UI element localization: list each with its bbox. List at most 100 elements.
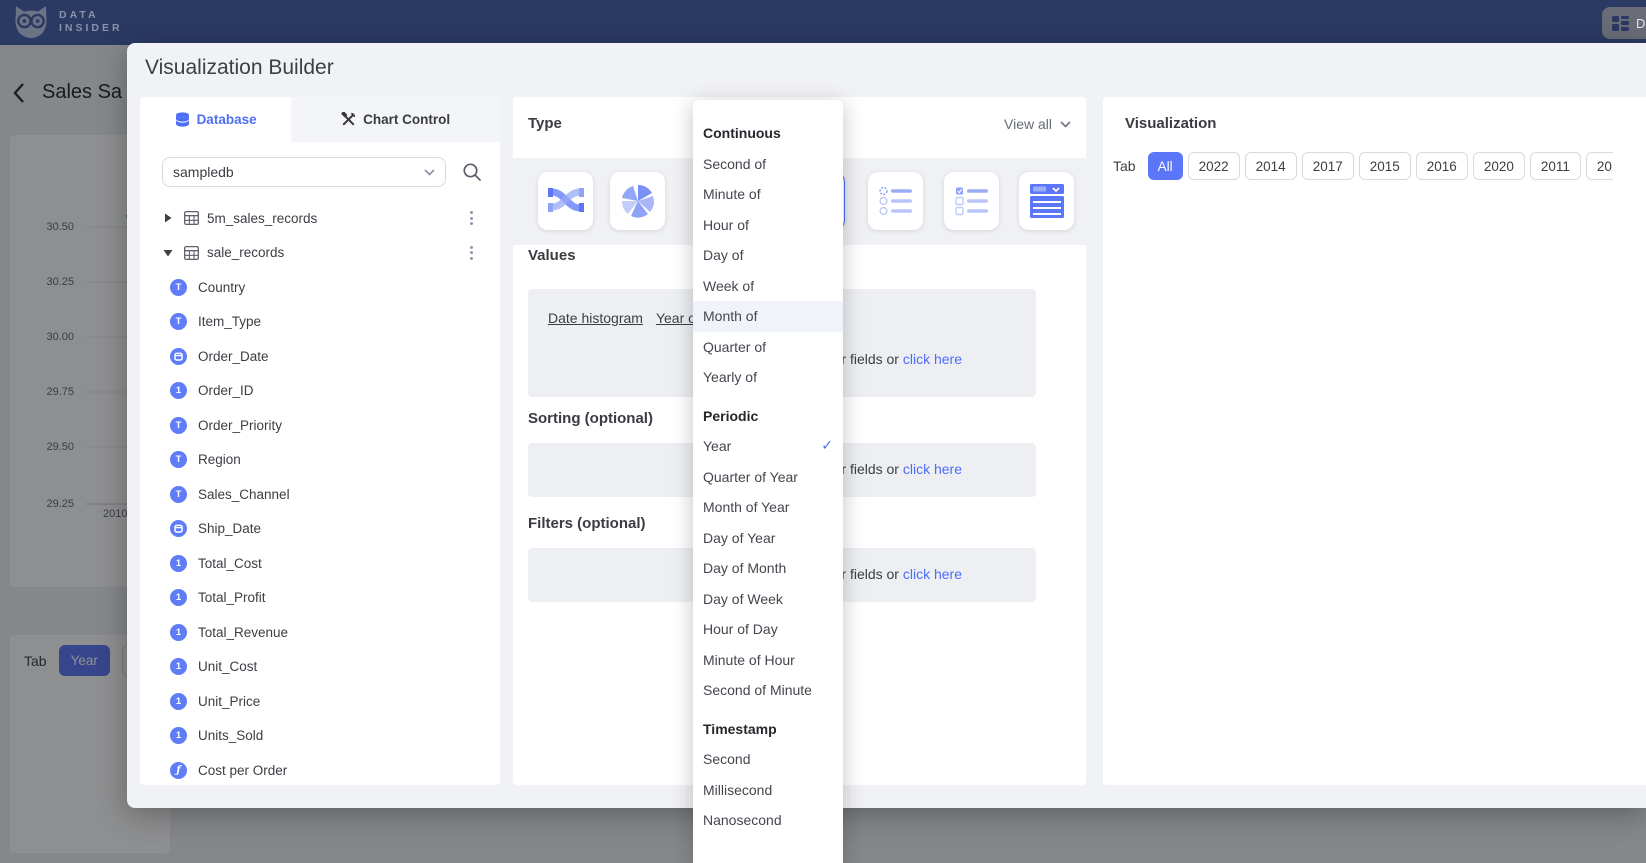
- field-row[interactable]: 1 Unit_Price: [140, 684, 500, 719]
- number-field-icon: 1: [170, 382, 187, 399]
- chart-type-sankey[interactable]: [538, 172, 593, 230]
- tab-chart-control-label: Chart Control: [363, 112, 450, 127]
- field-name: Order_ID: [198, 383, 254, 398]
- table-name: sale_records: [207, 245, 284, 260]
- table-icon: [184, 211, 199, 225]
- dropdown-item[interactable]: Day of Week: [693, 584, 843, 615]
- visualization-builder-modal: Visualization Builder Database Chart C: [127, 43, 1646, 808]
- caret-right-icon[interactable]: [160, 213, 176, 223]
- click-here-link[interactable]: click here: [903, 351, 962, 367]
- text-field-icon: T: [170, 279, 187, 296]
- year-tab[interactable]: 2011: [1530, 152, 1581, 180]
- field-row[interactable]: T Order_Priority: [140, 408, 500, 443]
- field-name: Order_Priority: [198, 418, 282, 433]
- dropdown-item[interactable]: Second: [693, 744, 843, 775]
- field-row[interactable]: 1 Total_Revenue: [140, 615, 500, 650]
- field-row[interactable]: Ship_Date: [140, 512, 500, 547]
- number-field-icon: 1: [170, 693, 187, 710]
- table-menu-kebab-icon[interactable]: [464, 210, 478, 226]
- chart-type-table[interactable]: [1019, 172, 1074, 230]
- database-select-value: sampledb: [173, 164, 234, 180]
- caret-down-icon[interactable]: [160, 249, 176, 257]
- table-menu-kebab-icon[interactable]: [464, 245, 478, 261]
- year-tab-all[interactable]: All: [1148, 152, 1183, 180]
- database-select[interactable]: sampledb: [162, 157, 446, 187]
- field-row[interactable]: Order_Date: [140, 339, 500, 374]
- chart-type-pie[interactable]: [610, 172, 665, 230]
- chart-type-checkbox-list[interactable]: [944, 172, 999, 230]
- field-row[interactable]: 1 Total_Cost: [140, 546, 500, 581]
- schema-tree: 5m_sales_records sale_records T Coun: [140, 201, 500, 788]
- dropdown-item[interactable]: Hour of: [693, 210, 843, 241]
- field-row[interactable]: T Country: [140, 270, 500, 305]
- click-here-link[interactable]: click here: [903, 566, 962, 582]
- field-name: Ship_Date: [198, 521, 261, 536]
- function-field-icon: ƒ: [170, 762, 187, 779]
- dropdown-item[interactable]: Millisecond: [693, 775, 843, 806]
- field-row[interactable]: T Sales_Channel: [140, 477, 500, 512]
- field-row[interactable]: 1 Unit_Cost: [140, 650, 500, 685]
- field-row[interactable]: T Region: [140, 443, 500, 478]
- brand-logo[interactable]: DATA INSIDER: [12, 5, 123, 39]
- dashboard-grid-icon: [1612, 16, 1629, 31]
- field-row[interactable]: 1 Units_Sold: [140, 719, 500, 754]
- dropdown-item[interactable]: Quarter of Year: [693, 462, 843, 493]
- visualization-panel: Visualization Tab All 2022 2014 2017 201…: [1103, 97, 1646, 785]
- field-row[interactable]: ƒ Cost per Order: [140, 753, 500, 788]
- year-tab[interactable]: 2022: [1188, 152, 1240, 180]
- search-icon[interactable]: [462, 162, 482, 182]
- year-tab-list: All 2022 2014 2017 2015 2016 2020 2011 2…: [1148, 152, 1613, 180]
- dropdown-item[interactable]: Hour of Day: [693, 614, 843, 645]
- dropdown-item-checked[interactable]: Year ✓: [693, 431, 843, 462]
- table-row-5m-sales-records[interactable]: 5m_sales_records: [140, 201, 500, 236]
- dropdown-item[interactable]: Minute of: [693, 179, 843, 210]
- tab-database-label: Database: [197, 112, 257, 127]
- dropdown-group-header: Timestamp: [693, 714, 843, 745]
- dropdown-item[interactable]: Day of Month: [693, 553, 843, 584]
- table-icon: [184, 246, 199, 260]
- dropdown-item[interactable]: Day of Year: [693, 523, 843, 554]
- dropdown-group-header: Periodic: [693, 401, 843, 432]
- field-row[interactable]: T Item_Type: [140, 305, 500, 340]
- year-tab[interactable]: 2015: [1359, 152, 1411, 180]
- chip-date-histogram[interactable]: Date histogram: [548, 310, 643, 326]
- year-tab[interactable]: 2016: [1416, 152, 1468, 180]
- year-tab[interactable]: 2014: [1245, 152, 1297, 180]
- number-field-icon: 1: [170, 658, 187, 675]
- click-here-link[interactable]: click here: [903, 461, 962, 477]
- dropdown-item[interactable]: Minute of Hour: [693, 645, 843, 676]
- tab-chart-control[interactable]: Chart Control: [291, 97, 500, 142]
- dropdown-item[interactable]: Day of: [693, 240, 843, 271]
- field-row[interactable]: 1 Order_ID: [140, 374, 500, 409]
- field-row[interactable]: 1 Total_Profit: [140, 581, 500, 616]
- dashboard-button[interactable]: D: [1602, 7, 1646, 39]
- dropdown-item[interactable]: Second of Minute: [693, 675, 843, 706]
- number-field-icon: 1: [170, 555, 187, 572]
- year-tab[interactable]: 2020: [1473, 152, 1525, 180]
- dropdown-item[interactable]: Month of Year: [693, 492, 843, 523]
- dropdown-item-highlighted[interactable]: Month of: [693, 301, 843, 332]
- field-name: Total_Cost: [198, 556, 262, 571]
- dropdown-item[interactable]: Quarter of: [693, 332, 843, 363]
- table-row-sale-records[interactable]: sale_records: [140, 236, 500, 271]
- chart-type-radio-list[interactable]: [868, 172, 923, 230]
- chevron-down-icon: [424, 169, 435, 176]
- filters-label: Filters (optional): [528, 515, 646, 532]
- modal-title: Visualization Builder: [145, 56, 334, 80]
- dropdown-item[interactable]: Week of: [693, 271, 843, 302]
- view-all-button[interactable]: View all: [1004, 116, 1071, 132]
- tab-row-label: Tab: [1113, 158, 1136, 174]
- text-field-icon: T: [170, 451, 187, 468]
- owl-logo-icon: [12, 5, 50, 39]
- dropdown-item[interactable]: Yearly of: [693, 362, 843, 393]
- dropdown-item[interactable]: Second of: [693, 149, 843, 180]
- field-name: Units_Sold: [198, 728, 263, 743]
- chevron-down-icon: [1060, 121, 1071, 128]
- field-name: Total_Revenue: [198, 625, 288, 640]
- date-function-dropdown: Continuous Second of Minute of Hour of D…: [693, 100, 843, 863]
- dropdown-item[interactable]: Nanosecond: [693, 805, 843, 836]
- year-tab[interactable]: 2017: [1302, 152, 1354, 180]
- tab-database[interactable]: Database: [140, 97, 291, 142]
- year-tab[interactable]: 2019: [1586, 152, 1613, 180]
- dropdown-group-header: Continuous: [693, 118, 843, 149]
